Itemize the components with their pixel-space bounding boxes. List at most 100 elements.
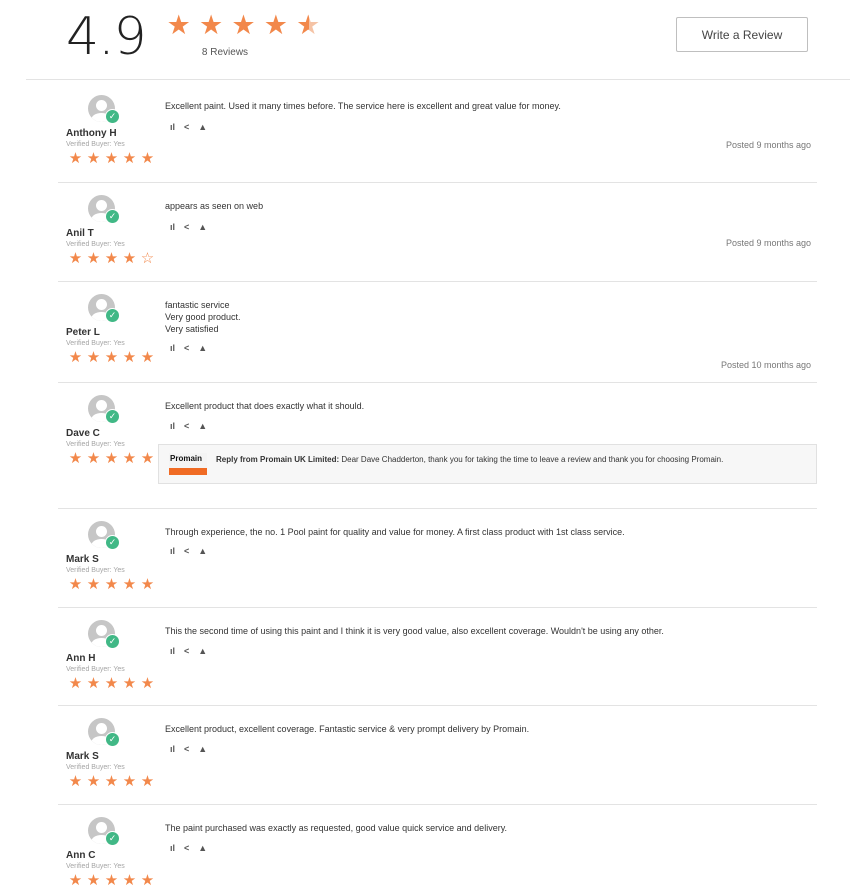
- star-icon: ★: [86, 773, 100, 790]
- verified-buyer-label: Verified Buyer: Yes: [66, 666, 125, 673]
- thumbs-up-icon[interactable]: ıl: [170, 843, 175, 853]
- star-icon: ★: [86, 349, 100, 366]
- share-icon[interactable]: <: [184, 222, 189, 232]
- share-icon[interactable]: <: [184, 421, 189, 431]
- rating-summary: 4.9 ★ ★ ★ ★ ★ 8 Reviews Write a Review: [0, 0, 867, 80]
- report-icon[interactable]: ▲: [198, 744, 207, 754]
- star-icon: ★: [231, 10, 257, 40]
- star-icon: ★: [104, 773, 118, 790]
- star-icon: ★: [166, 10, 192, 40]
- verified-buyer-label: Verified Buyer: Yes: [66, 863, 125, 870]
- verified-buyer-label: Verified Buyer: Yes: [66, 340, 125, 347]
- review-count: 8 Reviews: [201, 47, 249, 58]
- reviewer-name: Anil T: [66, 228, 94, 239]
- review-text-line: This the second time of using this paint…: [165, 626, 664, 636]
- reviewer-name: Ann H: [66, 653, 96, 664]
- report-icon[interactable]: ▲: [198, 222, 207, 232]
- report-icon[interactable]: ▲: [198, 546, 207, 556]
- avatar-head: [96, 100, 107, 111]
- thumbs-up-icon[interactable]: ıl: [170, 546, 175, 556]
- reviewer-name: Mark S: [66, 554, 99, 565]
- star-icon: ★: [86, 576, 100, 593]
- thumbs-up-icon[interactable]: ıl: [170, 343, 175, 353]
- reviewer-name: Dave C: [66, 428, 100, 439]
- star-icon: ★: [86, 675, 100, 692]
- star-icon: ★: [104, 450, 118, 467]
- star-icon: ★: [122, 675, 136, 692]
- reply-body: Dear Dave Chadderton, thank you for taki…: [339, 455, 724, 464]
- reviewer-name: Anthony H: [66, 128, 117, 139]
- verified-check-icon: ✓: [105, 535, 120, 550]
- star-icon: ★: [198, 10, 225, 40]
- review-actions: ıl < ▲: [170, 843, 216, 853]
- star-icon: ★: [293, 10, 325, 40]
- share-icon[interactable]: <: [184, 546, 189, 556]
- review-actions: ıl < ▲: [170, 744, 216, 754]
- avatar-head: [96, 200, 107, 211]
- write-review-button[interactable]: Write a Review: [676, 17, 808, 52]
- verified-check-icon: ✓: [105, 308, 120, 323]
- report-icon[interactable]: ▲: [198, 122, 207, 132]
- report-icon[interactable]: ▲: [198, 421, 207, 431]
- thumbs-up-icon[interactable]: ıl: [170, 222, 175, 232]
- posted-time: Posted 10 months ago: [720, 360, 811, 370]
- review-actions: ıl < ▲: [170, 421, 216, 431]
- star-icon: ★: [104, 250, 118, 267]
- star-icon: ★: [68, 349, 82, 366]
- report-icon[interactable]: ▲: [198, 343, 207, 353]
- average-rating: 4.9: [66, 7, 147, 67]
- star-icon: ★: [68, 450, 82, 467]
- thumbs-up-icon[interactable]: ıl: [170, 744, 175, 754]
- verified-check-icon: ✓: [105, 732, 120, 747]
- reviewer-name: Ann C: [66, 850, 96, 861]
- report-icon[interactable]: ▲: [198, 646, 207, 656]
- reviewer-name: Mark S: [66, 751, 99, 762]
- star-icon: ★: [122, 349, 136, 366]
- star-icon: ☆: [140, 250, 154, 267]
- star-icon: ★: [104, 675, 118, 692]
- verified-check-icon: ✓: [105, 109, 120, 124]
- star-icon: ★: [86, 872, 100, 889]
- review-actions: ıl < ▲: [170, 343, 216, 353]
- share-icon[interactable]: <: [184, 646, 189, 656]
- share-icon[interactable]: <: [184, 343, 189, 353]
- verified-buyer-label: Verified Buyer: Yes: [66, 567, 125, 574]
- review-text-line: Excellent product that does exactly what…: [165, 401, 365, 411]
- star-icon: ★: [68, 150, 82, 167]
- share-icon[interactable]: <: [184, 843, 189, 853]
- reviewer-name: Peter L: [66, 327, 100, 338]
- thumbs-up-icon[interactable]: ıl: [170, 421, 175, 431]
- posted-time: Posted 9 months ago: [725, 238, 811, 248]
- reply-author: Reply from Promain UK Limited:: [216, 455, 340, 464]
- review-item: ✓ Mark S Verified Buyer: Yes ★ ★ ★ ★ ★ Through e…: [58, 509, 817, 608]
- star-icon: ★: [122, 576, 136, 593]
- posted-time: Posted 9 months ago: [725, 140, 811, 150]
- avatar-head: [96, 625, 107, 636]
- review-text-line: Very satisfied: [165, 324, 219, 334]
- star-icon: ★: [104, 150, 118, 167]
- review-text: This the second time of using this paint…: [165, 625, 805, 637]
- review-actions: ıl < ▲: [170, 222, 216, 232]
- review-actions: ıl < ▲: [170, 122, 216, 132]
- verified-buyer-label: Verified Buyer: Yes: [66, 241, 125, 248]
- share-icon[interactable]: <: [184, 744, 189, 754]
- review-text: Excellent product that does exactly what…: [165, 400, 805, 412]
- report-icon[interactable]: ▲: [198, 843, 207, 853]
- star-icon: ★: [86, 250, 100, 267]
- share-icon[interactable]: <: [184, 122, 189, 132]
- review-text: Excellent product, excellent coverage. F…: [165, 723, 805, 735]
- review-text-line: fantastic service: [165, 300, 230, 310]
- star-icon: ★: [104, 872, 118, 889]
- star-icon: ★: [140, 349, 154, 366]
- star-icon: ★: [122, 773, 136, 790]
- review-text-line: Very good product.: [165, 312, 241, 322]
- review-text-line: appears as seen on web: [165, 201, 264, 211]
- verified-check-icon: ✓: [105, 209, 120, 224]
- reply-text: Reply from Promain UK Limited: Dear Dave…: [216, 454, 806, 465]
- star-icon: ★: [263, 10, 289, 40]
- thumbs-up-icon[interactable]: ıl: [170, 122, 175, 132]
- star-icon: ★: [68, 250, 82, 267]
- promain-logo: Promain: [169, 453, 207, 475]
- thumbs-up-icon[interactable]: ıl: [170, 646, 175, 656]
- review-text: appears as seen on web: [165, 200, 805, 212]
